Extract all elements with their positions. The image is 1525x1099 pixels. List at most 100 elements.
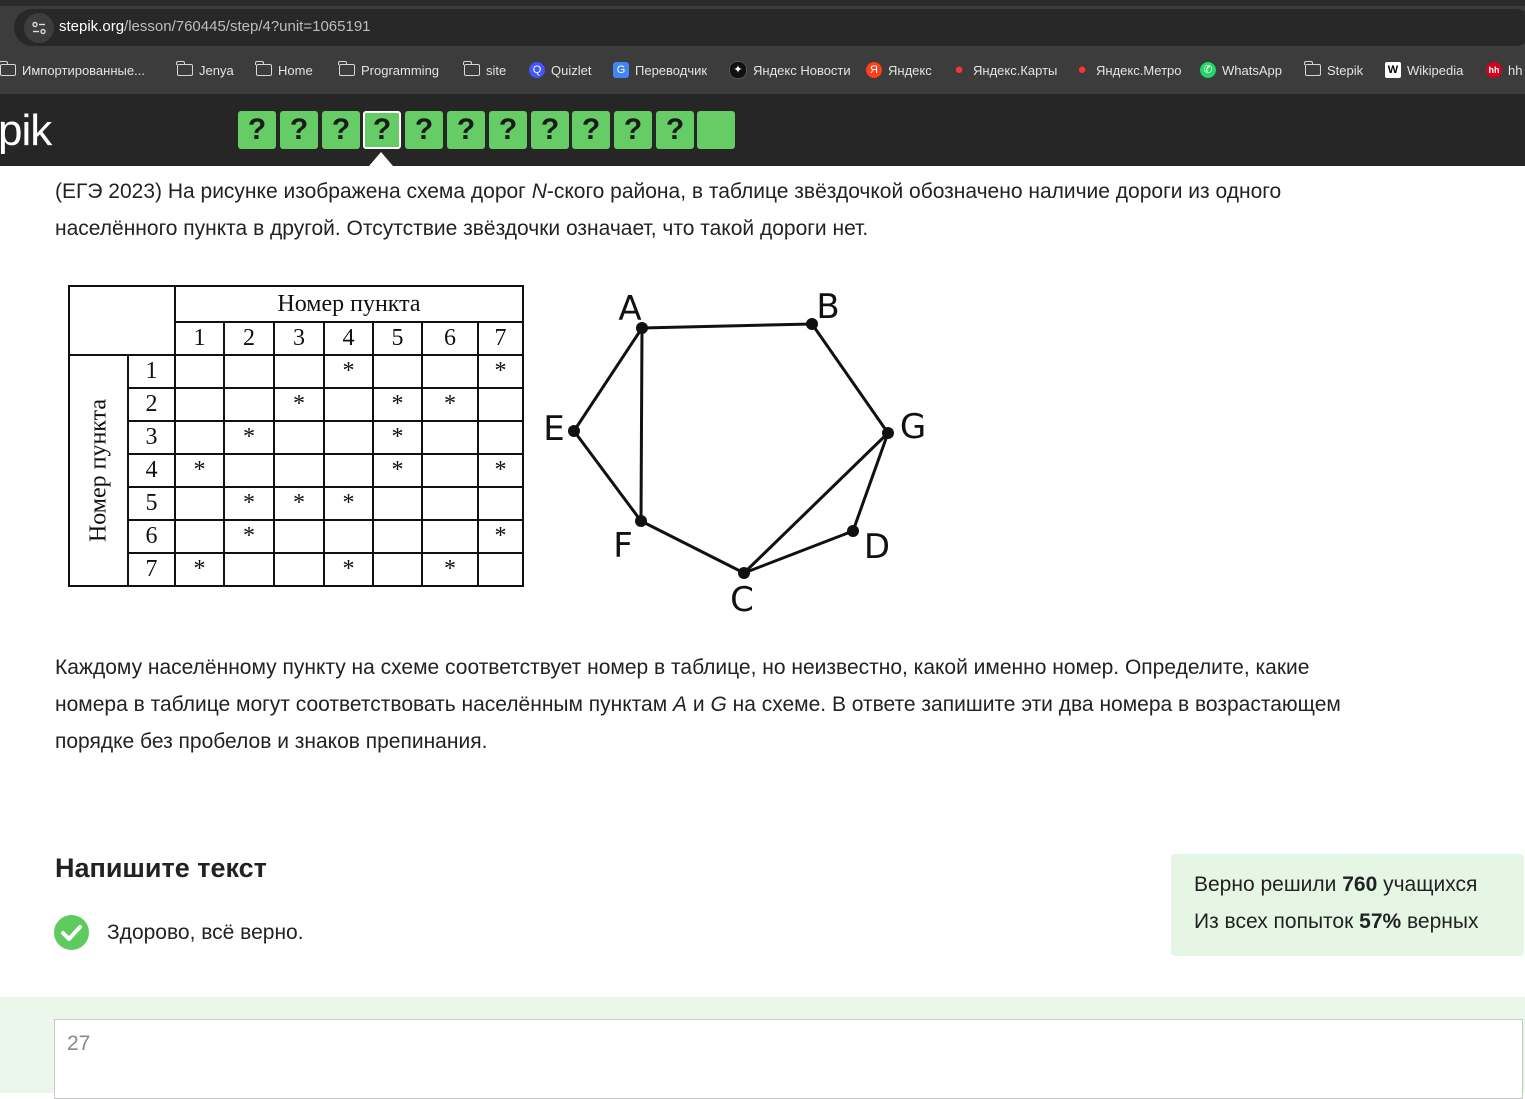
- address-bar[interactable]: stepik.org/lesson/760445/step/4?unit=106…: [14, 9, 1525, 46]
- step-button[interactable]: ?: [489, 111, 527, 149]
- step-button[interactable]: [697, 111, 735, 149]
- map-pin-icon: ●: [1077, 61, 1087, 78]
- check-icon: [54, 915, 89, 950]
- bookmark-site[interactable]: site: [463, 57, 506, 83]
- table-cell: [477, 387, 524, 422]
- table-cell: *: [421, 552, 479, 587]
- col-number: 6: [421, 321, 479, 356]
- node-G: [882, 427, 894, 439]
- table-cell: *: [477, 519, 524, 554]
- answer-value: 27: [67, 1032, 91, 1055]
- bookmark-quizlet[interactable]: Q Quizlet: [529, 57, 591, 83]
- node-D: [847, 525, 859, 537]
- road-edge-DC: [743, 529, 854, 575]
- table-cell: [323, 420, 374, 455]
- step-button[interactable]: ?: [405, 111, 443, 149]
- table-cell: [323, 453, 374, 488]
- step-button-current[interactable]: ?: [363, 111, 401, 149]
- step-button[interactable]: ?: [572, 111, 610, 149]
- step-button[interactable]: ?: [238, 111, 276, 149]
- node-label-E: E: [543, 409, 564, 449]
- stepik-logo[interactable]: pik: [0, 106, 52, 156]
- step-button[interactable]: ?: [280, 111, 318, 149]
- table-cell: [174, 519, 225, 554]
- bookmark-yandex-metro[interactable]: ● Яндекс.Метро: [1074, 57, 1181, 83]
- table-cell: [477, 552, 524, 587]
- road-edge-BG: [810, 323, 890, 434]
- table-cell: [372, 486, 423, 521]
- table-cell: *: [273, 387, 325, 422]
- table-cell: [174, 354, 225, 389]
- table-cell: [421, 519, 479, 554]
- table-cell: [372, 519, 423, 554]
- bookmark-whatsapp[interactable]: ✆ WhatsApp: [1200, 57, 1282, 83]
- road-edge-FE: [572, 430, 643, 522]
- tune-icon[interactable]: [24, 13, 54, 43]
- answer-textarea[interactable]: 27: [54, 1019, 1523, 1099]
- row-number: 1: [127, 354, 176, 389]
- col-number: 2: [223, 321, 275, 356]
- tab-strip: [0, 0, 1525, 6]
- bookmark-wikipedia[interactable]: W Wikipedia: [1385, 57, 1463, 83]
- bookmark-home[interactable]: Home: [255, 57, 313, 83]
- stats-percent: Из всех попыток 57% верных: [1194, 910, 1479, 933]
- table-corner-cell: [68, 285, 176, 356]
- step-button[interactable]: ?: [447, 111, 485, 149]
- table-cell: [174, 420, 225, 455]
- table-cell: *: [372, 420, 423, 455]
- step-button[interactable]: ?: [656, 111, 694, 149]
- bookmark-yandex[interactable]: Я Яндекс: [866, 57, 932, 83]
- step-button[interactable]: ?: [531, 111, 569, 149]
- bookmark-imported[interactable]: Импортированные...: [0, 57, 145, 83]
- table-cell: [372, 354, 423, 389]
- url-text[interactable]: stepik.org/lesson/760445/step/4?unit=106…: [59, 18, 371, 35]
- folder-icon: [176, 61, 193, 76]
- table-cell: [223, 552, 275, 587]
- node-F: [635, 515, 647, 527]
- folder-icon: [1304, 61, 1321, 76]
- table-cell: *: [273, 486, 325, 521]
- step-button[interactable]: ?: [614, 111, 652, 149]
- table-cell: [273, 453, 325, 488]
- road-edge-AF: [639, 327, 644, 522]
- bookmark-translate[interactable]: G Переводчик: [613, 57, 707, 83]
- table-cell: *: [421, 387, 479, 422]
- table-cell: *: [174, 552, 225, 587]
- col-number: 1: [174, 321, 225, 356]
- node-label-G: G: [900, 407, 926, 447]
- table-cell: [372, 552, 423, 587]
- bookmark-hh[interactable]: hh hh: [1486, 57, 1522, 83]
- table-col-header: Номер пункта: [174, 285, 524, 323]
- step-button[interactable]: ?: [322, 111, 360, 149]
- quizlet-icon: Q: [529, 62, 545, 78]
- table-cell: [421, 486, 479, 521]
- table-cell: [273, 519, 325, 554]
- task-question: Каждому населённому пункту на схеме соот…: [55, 649, 1341, 760]
- bookmark-programming[interactable]: Programming: [338, 57, 439, 83]
- bookmark-yandex-maps[interactable]: ● Яндекс.Карты: [951, 57, 1057, 83]
- table-row-header-text: Номер пункта: [85, 398, 111, 543]
- road-edge-GD: [851, 432, 890, 532]
- node-label-D: D: [864, 527, 890, 567]
- table-cell: [477, 420, 524, 455]
- yandex-icon: Я: [866, 62, 882, 78]
- task-figure: Номер пункта 1 2 3 4 5 6 7 Номер пункта …: [60, 278, 940, 618]
- answer-section-title: Напишите текст: [55, 853, 267, 883]
- table-cell: [273, 354, 325, 389]
- table-cell: [477, 486, 524, 521]
- row-number: 7: [127, 552, 176, 587]
- table-cell: *: [372, 453, 423, 488]
- table-cell: [174, 486, 225, 521]
- task-intro-line-2: населённого пункта в другой. Отсутствие …: [55, 217, 869, 240]
- folder-icon: [463, 61, 480, 76]
- col-number: 4: [323, 321, 374, 356]
- table-cell: *: [323, 486, 374, 521]
- bookmark-jenya[interactable]: Jenya: [176, 57, 234, 83]
- col-number: 3: [273, 321, 325, 356]
- stepik-header: pik ? ? ? ? ? ? ? ? ? ? ?: [0, 94, 1525, 166]
- bookmark-yandex-news[interactable]: ✦ Яндекс Новости: [729, 57, 851, 83]
- task-question-line-1: Каждому населённому пункту на схеме соот…: [55, 656, 1310, 679]
- translate-icon: G: [613, 62, 629, 78]
- table-cell: *: [477, 354, 524, 389]
- bookmark-stepik[interactable]: Stepik: [1304, 57, 1363, 83]
